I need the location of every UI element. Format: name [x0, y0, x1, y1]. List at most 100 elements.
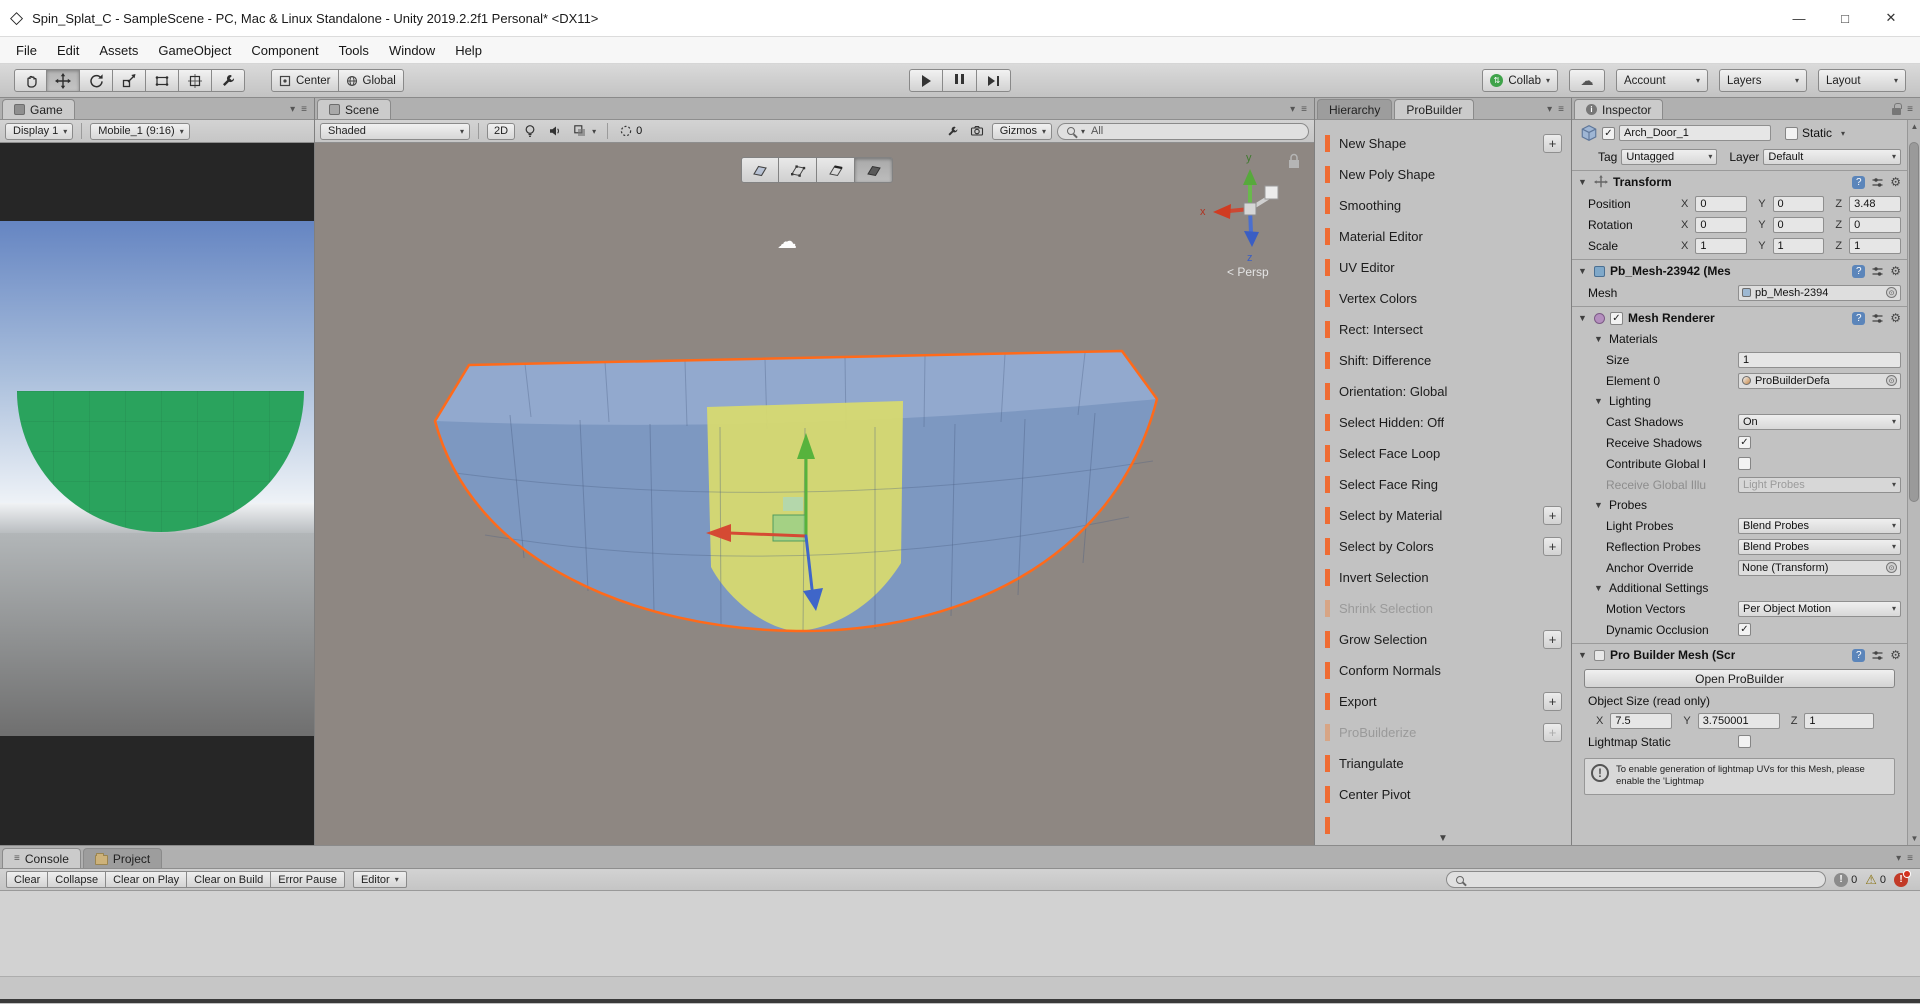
preset-icon[interactable]: [1871, 176, 1884, 189]
transform-tool-button[interactable]: [179, 69, 212, 92]
lightmap-static-checkbox[interactable]: [1738, 735, 1751, 748]
object-picker-icon[interactable]: ⊙: [1886, 562, 1897, 573]
minimize-button[interactable]: —: [1776, 3, 1822, 33]
2d-toggle[interactable]: 2D: [487, 122, 516, 140]
maximize-button[interactable]: □: [1822, 3, 1868, 33]
menu-assets[interactable]: Assets: [89, 39, 148, 62]
scale-x-field[interactable]: 1: [1695, 237, 1748, 254]
display-dropdown[interactable]: Display 1 ▾: [5, 122, 74, 140]
scroll-up-icon[interactable]: ▲: [1908, 122, 1920, 131]
layout-dropdown[interactable]: Layout ▾: [1818, 69, 1906, 92]
menu-component[interactable]: Component: [241, 39, 328, 62]
plus-icon[interactable]: +: [1543, 630, 1562, 649]
console-log-area[interactable]: [0, 891, 1920, 977]
orientation-center-cube[interactable]: [1243, 202, 1257, 216]
scroll-down-icon[interactable]: ▼: [1908, 834, 1920, 843]
scene-search-input[interactable]: ▾ All: [1057, 122, 1309, 140]
object-name-field[interactable]: Arch_Door_1: [1619, 125, 1771, 141]
panel-menu-icon[interactable]: ≡: [1907, 853, 1913, 864]
static-checkbox[interactable]: [1785, 126, 1798, 140]
scrollbar-thumb[interactable]: [1909, 142, 1919, 502]
inspector-scrollbar[interactable]: ▲ ▼: [1907, 120, 1920, 845]
scale-y-field[interactable]: 1: [1772, 237, 1825, 254]
element0-object-field[interactable]: ProBuilderDefa ⊙: [1738, 372, 1901, 389]
position-y-field[interactable]: 0: [1772, 195, 1825, 212]
gear-icon[interactable]: ⚙: [1890, 264, 1901, 278]
error-count-toggle[interactable]: !: [1894, 869, 1911, 887]
pb-item-grow-selection[interactable]: Grow Selection +: [1315, 624, 1571, 655]
foldout-icon[interactable]: ▼: [1578, 266, 1589, 276]
pb-item-shift-difference[interactable]: Shift: Difference: [1315, 345, 1571, 376]
layer-dropdown[interactable]: Default ▾: [1763, 148, 1901, 165]
scene-visibility-toggle[interactable]: 0: [616, 124, 645, 138]
contribute-gi-checkbox[interactable]: [1738, 457, 1751, 470]
lock-icon[interactable]: [1892, 103, 1902, 115]
lighting-foldout[interactable]: ▼ Lighting: [1572, 391, 1907, 411]
gizmos-dropdown[interactable]: Gizmos ▾: [991, 122, 1052, 140]
scale-z-field[interactable]: 1: [1849, 237, 1901, 254]
gear-icon[interactable]: ⚙: [1890, 311, 1901, 325]
plus-icon[interactable]: +: [1543, 506, 1562, 525]
warning-count-toggle[interactable]: ⚠ 0: [1865, 872, 1886, 888]
plus-icon[interactable]: +: [1543, 134, 1562, 153]
panel-dropdown-icon[interactable]: ▾: [1547, 104, 1552, 115]
menu-file[interactable]: File: [6, 39, 47, 62]
editor-dropdown[interactable]: Editor ▾: [352, 871, 407, 888]
collapse-button[interactable]: Collapse: [48, 871, 107, 888]
motion-vectors-dropdown[interactable]: Per Object Motion ▾: [1738, 600, 1901, 617]
reflection-probes-dropdown[interactable]: Blend Probes ▾: [1738, 538, 1901, 555]
aspect-dropdown[interactable]: Mobile_1 (9:16) ▾: [90, 122, 190, 140]
dynamic-occlusion-checkbox[interactable]: ✓: [1738, 623, 1751, 636]
tab-inspector[interactable]: i Inspector: [1574, 99, 1664, 119]
rotate-tool-button[interactable]: [80, 69, 113, 92]
pb-item-new-poly-shape[interactable]: New Poly Shape: [1315, 159, 1571, 190]
tab-probuilder[interactable]: ProBuilder: [1394, 99, 1475, 119]
foldout-icon[interactable]: ▼: [1578, 650, 1589, 660]
pb-item-triangulate[interactable]: Triangulate: [1315, 748, 1571, 779]
error-pause-button[interactable]: Error Pause: [271, 871, 345, 888]
help-icon[interactable]: ?: [1852, 175, 1866, 189]
panel-menu-icon[interactable]: ≡: [1558, 104, 1564, 115]
panel-menu-icon[interactable]: ≡: [301, 104, 307, 115]
scene-viewport[interactable]: ☁ y x z < Persp: [315, 143, 1314, 845]
rotation-y-field[interactable]: 0: [1772, 216, 1825, 233]
panel-menu-icon[interactable]: ≡: [1907, 104, 1913, 115]
orientation-gizmo[interactable]: y x z < Persp: [1200, 152, 1279, 279]
console-search-input[interactable]: [1446, 871, 1827, 888]
menu-edit[interactable]: Edit: [47, 39, 89, 62]
pb-item-invert-selection[interactable]: Invert Selection: [1315, 562, 1571, 593]
tab-console[interactable]: ≡ Console: [2, 848, 81, 868]
probes-foldout[interactable]: ▼ Probes: [1572, 495, 1907, 515]
menu-gameobject[interactable]: GameObject: [148, 39, 241, 62]
object-picker-icon[interactable]: ⊙: [1886, 375, 1897, 386]
scene-lighting-toggle[interactable]: [520, 124, 540, 138]
pause-button[interactable]: [943, 69, 977, 92]
scene-tools-button[interactable]: [943, 125, 962, 138]
menu-tools[interactable]: Tools: [329, 39, 379, 62]
close-button[interactable]: ✕: [1868, 3, 1914, 33]
account-dropdown[interactable]: Account ▾: [1616, 69, 1708, 92]
edge-mode-button[interactable]: [817, 157, 855, 183]
move-tool-button[interactable]: [47, 69, 80, 92]
renderer-enabled-checkbox[interactable]: ✓: [1610, 311, 1623, 325]
draw-mode-dropdown[interactable]: Shaded ▾: [320, 122, 470, 140]
scene-camera-settings-button[interactable]: [967, 124, 987, 138]
help-icon[interactable]: ?: [1852, 648, 1866, 662]
clear-on-play-button[interactable]: Clear on Play: [106, 871, 188, 888]
transform-header[interactable]: ▼ Transform ? ⚙: [1572, 170, 1907, 193]
info-count-toggle[interactable]: ! 0: [1834, 872, 1857, 887]
gear-icon[interactable]: ⚙: [1890, 175, 1901, 189]
perspective-label[interactable]: < Persp: [1227, 265, 1269, 279]
preset-icon[interactable]: [1871, 649, 1884, 662]
position-z-field[interactable]: 3.48: [1849, 195, 1901, 212]
clear-on-build-button[interactable]: Clear on Build: [187, 871, 272, 888]
pb-item-conform-normals[interactable]: Conform Normals: [1315, 655, 1571, 686]
panel-dropdown-icon[interactable]: ▾: [290, 104, 295, 115]
receive-shadows-checkbox[interactable]: ✓: [1738, 436, 1751, 449]
pb-item-uv-editor[interactable]: UV Editor: [1315, 252, 1571, 283]
pb-item-vertex-colors[interactable]: Vertex Colors: [1315, 283, 1571, 314]
anchor-override-field[interactable]: None (Transform) ⊙: [1738, 559, 1901, 576]
custom-tool-button[interactable]: [212, 69, 245, 92]
preset-icon[interactable]: [1871, 265, 1884, 278]
object-picker-icon[interactable]: ⊙: [1886, 287, 1897, 298]
